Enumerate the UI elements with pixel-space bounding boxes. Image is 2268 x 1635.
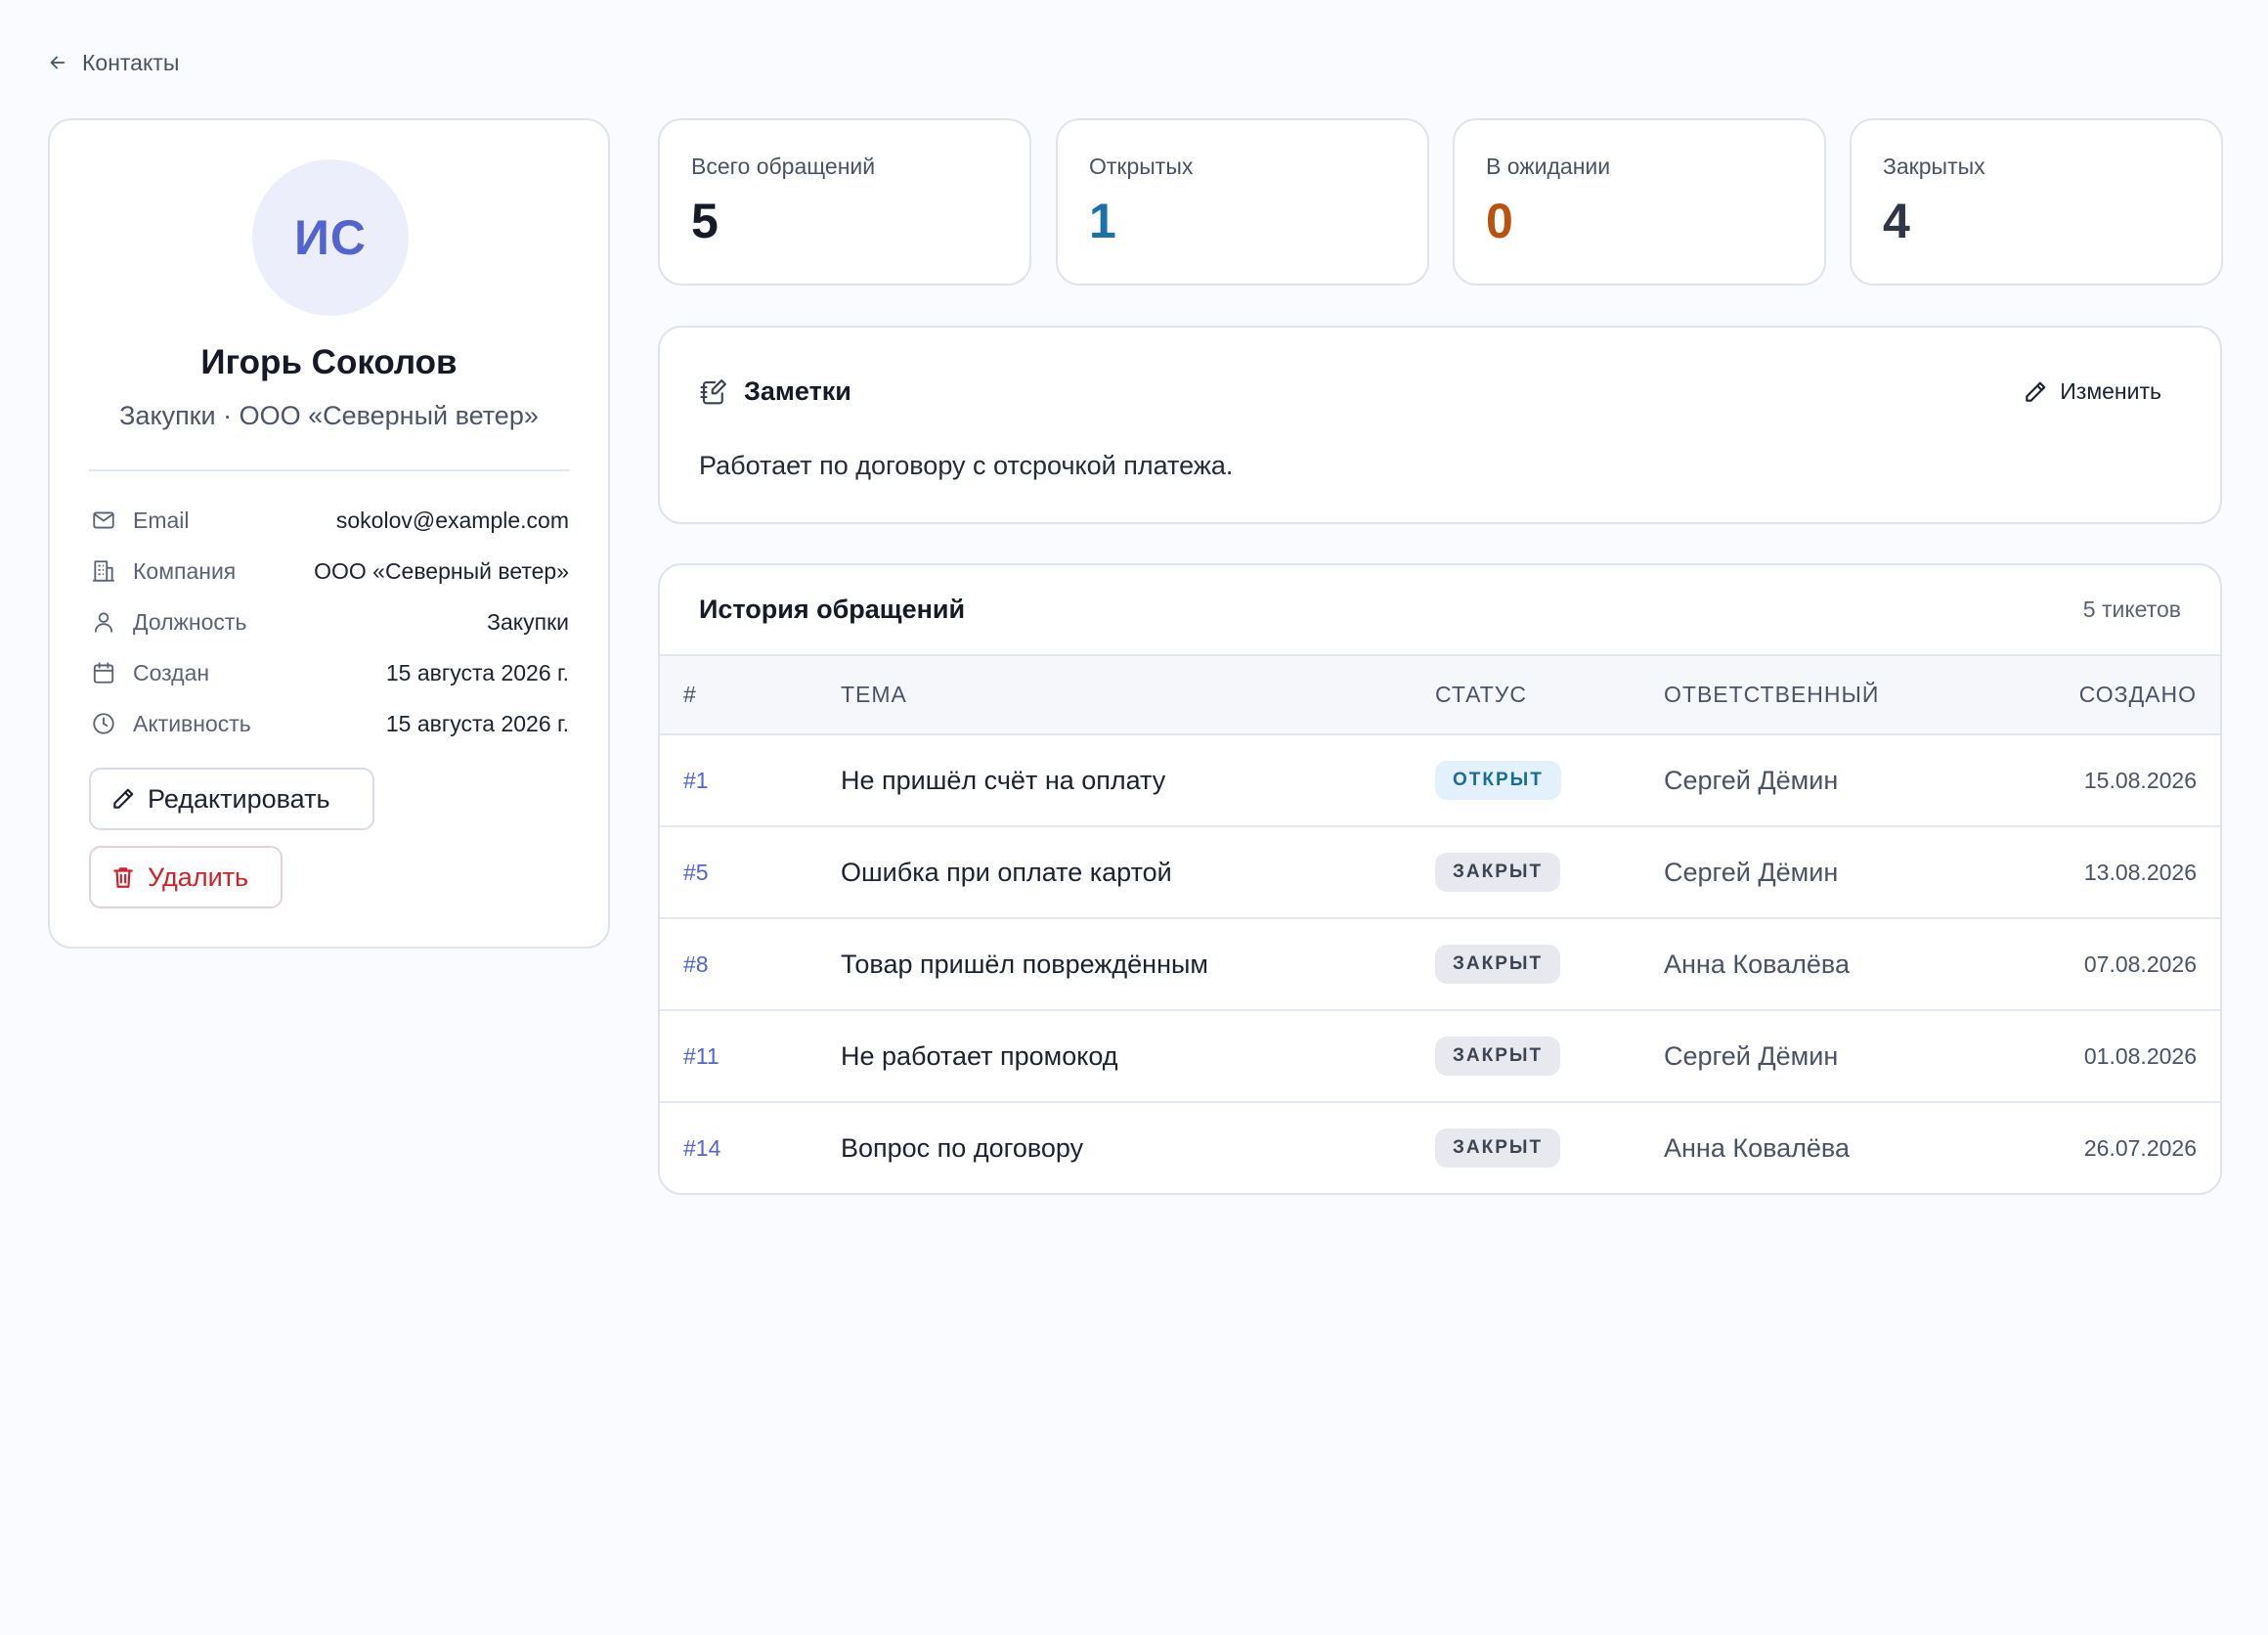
info-row-activity: Активность 15 августа 2026 г. [89, 704, 569, 743]
stat-card-open: Открытых 1 [1056, 118, 1429, 286]
edit-contact-button[interactable]: Редактировать [89, 768, 374, 830]
ticket-topic: Товар пришёл повреждённым [841, 949, 1208, 979]
ticket-owner: Сергей Дёмин [1664, 857, 1839, 887]
calendar-icon [89, 660, 118, 685]
trash-icon [110, 864, 136, 890]
back-link-label: Контакты [82, 49, 180, 75]
status-cell: ЗАКРЫТ [1435, 919, 1561, 1009]
pencil-icon [110, 786, 136, 812]
divider [89, 469, 569, 471]
ticket-id-link[interactable]: #5 [683, 827, 709, 917]
stat-label: В ожидании [1486, 154, 1611, 179]
stat-value: 5 [691, 194, 719, 248]
delete-contact-label: Удалить [148, 862, 249, 892]
column-header-status[interactable]: СТАТУС [1435, 656, 1527, 733]
column-header-id[interactable]: # [683, 656, 697, 733]
back-link[interactable]: Контакты [47, 47, 179, 78]
info-value: sokolov@example.com [335, 507, 569, 533]
ticket-created-date: 26.07.2026 [2083, 1134, 2197, 1161]
stat-card-total: Всего обращений 5 [658, 118, 1031, 286]
ticket-history-card: История обращений 5 тикетов # ТЕМА СТАТУ… [658, 563, 2222, 1195]
user-icon [89, 609, 118, 635]
ticket-owner: Сергей Дёмин [1664, 765, 1839, 795]
info-row-created: Создан 15 августа 2026 г. [89, 653, 569, 692]
status-cell: ОТКРЫТ [1435, 735, 1561, 825]
status-cell: ЗАКРЫТ [1435, 1011, 1561, 1101]
ticket-created-date: 01.08.2026 [2083, 1042, 2197, 1069]
mail-icon [89, 508, 118, 533]
building-icon [89, 558, 118, 584]
ticket-topic: Ошибка при оплате картой [841, 857, 1172, 887]
status-badge: ЗАКРЫТ [1435, 1037, 1561, 1076]
table-header: # ТЕМА СТАТУС ОТВЕТСТВЕННЫЙ СОЗДАНО [660, 654, 2220, 735]
notes-header: Заметки [699, 376, 851, 407]
info-row-company: Компания ООО «Северный ветер» [89, 552, 569, 591]
notes-title: Заметки [744, 376, 851, 406]
notes-text: Работает по договору с отсрочкой платежа… [699, 451, 1234, 480]
table-row[interactable]: #8 Товар пришёл повреждённым ЗАКРЫТ Анна… [660, 919, 2220, 1011]
info-value: ООО «Северный ветер» [314, 557, 569, 584]
status-badge: ЗАКРЫТ [1435, 853, 1561, 892]
ticket-topic: Не пришёл счёт на оплату [841, 765, 1166, 795]
ticket-topic: Вопрос по договору [841, 1132, 1084, 1163]
stat-value: 0 [1486, 194, 1513, 248]
ticket-owner: Анна Ковалёва [1664, 1132, 1850, 1163]
ticket-count: 5 тикетов [2082, 597, 2181, 622]
ticket-created-date: 13.08.2026 [2083, 859, 2197, 885]
info-label: Email [133, 507, 190, 533]
ticket-owner: Сергей Дёмин [1664, 1040, 1839, 1071]
ticket-id-link[interactable]: #11 [683, 1011, 720, 1101]
info-label: Компания [133, 557, 237, 584]
notebook-pen-icon [699, 377, 728, 407]
stat-label: Закрытых [1883, 154, 1985, 179]
status-badge: ЗАКРЫТ [1435, 945, 1561, 984]
info-label: Создан [133, 659, 210, 685]
ticket-id-link[interactable]: #8 [683, 919, 709, 1009]
status-cell: ЗАКРЫТ [1435, 827, 1561, 917]
edit-notes-label: Изменить [2060, 378, 2161, 404]
info-row-position: Должность Закупки [89, 602, 569, 641]
contact-subtitle: Закупки · ООО «Северный ветер» [119, 401, 539, 430]
avatar: ИС [252, 159, 409, 316]
info-row-email: Email sokolov@example.com [89, 501, 569, 540]
table-row[interactable]: #1 Не пришёл счёт на оплату ОТКРЫТ Серге… [660, 735, 2220, 827]
stat-card-closed: Закрытых 4 [1850, 118, 2223, 286]
status-badge: ОТКРЫТ [1435, 761, 1561, 800]
stat-card-pending: В ожидании 0 [1453, 118, 1826, 286]
history-title: История обращений [699, 595, 966, 624]
table-row[interactable]: #5 Ошибка при оплате картой ЗАКРЫТ Серге… [660, 827, 2220, 919]
status-cell: ЗАКРЫТ [1435, 1103, 1561, 1193]
ticket-topic: Не работает промокод [841, 1040, 1118, 1071]
clock-icon [89, 711, 118, 736]
contact-name: Игорь Соколов [200, 343, 458, 381]
delete-contact-button[interactable]: Удалить [89, 846, 283, 908]
info-label: Должность [133, 608, 247, 635]
stat-value: 4 [1883, 194, 1910, 248]
stat-value: 1 [1089, 194, 1116, 248]
column-header-created[interactable]: СОЗДАНО [2079, 656, 2197, 733]
stat-label: Всего обращений [691, 154, 876, 179]
column-header-topic[interactable]: ТЕМА [841, 656, 907, 733]
info-value: 15 августа 2026 г. [385, 710, 569, 736]
ticket-id-link[interactable]: #1 [683, 735, 709, 825]
info-label: Активность [133, 710, 251, 736]
info-value: 15 августа 2026 г. [385, 659, 569, 685]
arrow-left-icon [47, 52, 68, 73]
ticket-owner: Анна Ковалёва [1664, 949, 1850, 979]
notes-card: Заметки Изменить Работает по договору с … [658, 326, 2222, 524]
ticket-created-date: 15.08.2026 [2083, 767, 2197, 793]
ticket-created-date: 07.08.2026 [2083, 950, 2197, 977]
ticket-id-link[interactable]: #14 [683, 1103, 720, 1193]
stat-label: Открытых [1089, 154, 1194, 179]
table-row[interactable]: #14 Вопрос по договору ЗАКРЫТ Анна Ковал… [660, 1103, 2220, 1193]
history-header: История обращений 5 тикетов [660, 565, 2220, 655]
table-row[interactable]: #11 Не работает промокод ЗАКРЫТ Сергей Д… [660, 1011, 2220, 1103]
edit-contact-label: Редактировать [148, 783, 330, 814]
edit-notes-button[interactable]: Изменить [2023, 378, 2161, 405]
contact-profile-card: ИС Игорь Соколов Закупки · ООО «Северный… [48, 118, 610, 949]
column-header-owner[interactable]: ОТВЕТСТВЕННЫЙ [1664, 656, 1879, 733]
status-badge: ЗАКРЫТ [1435, 1128, 1561, 1168]
info-value: Закупки [487, 608, 569, 635]
pencil-icon [2023, 379, 2048, 405]
